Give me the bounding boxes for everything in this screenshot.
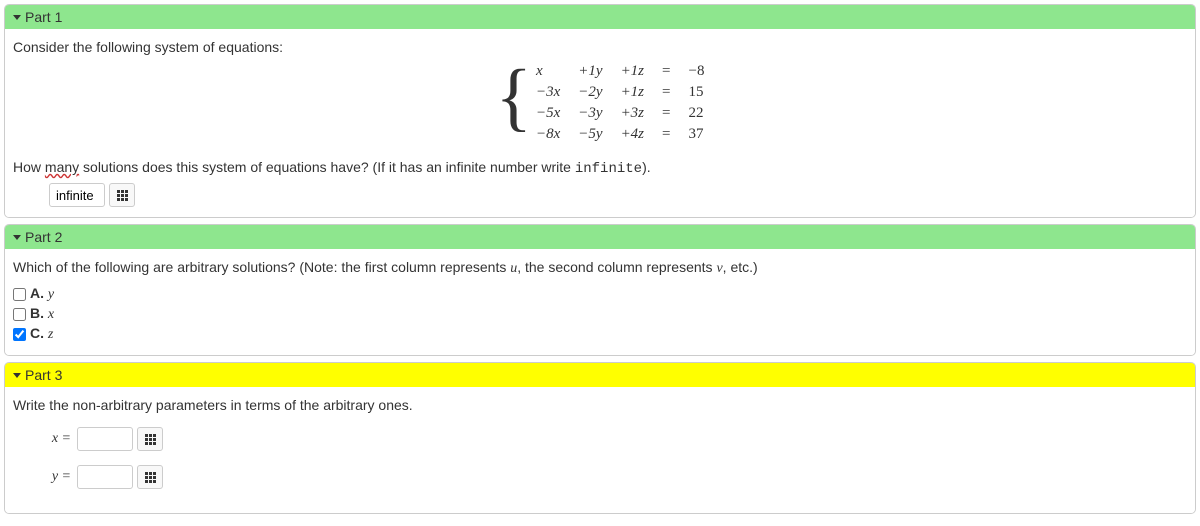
param-y-lhs: y = <box>41 469 71 485</box>
option-b: B. x <box>13 305 1187 323</box>
question-text: solutions does this system of equations … <box>79 159 575 175</box>
caret-down-icon <box>13 15 21 20</box>
keypad-icon <box>117 190 128 201</box>
option-b-label: B. x <box>30 305 54 323</box>
part2-body: Which of the following are arbitrary sol… <box>5 249 1195 355</box>
param-row-y: y = <box>41 465 1187 489</box>
part1-title: Part 1 <box>25 9 62 25</box>
eq-cell: = <box>662 63 670 80</box>
option-a: A. y <box>13 285 1187 303</box>
param-y-input[interactable] <box>77 465 133 489</box>
question-text: many <box>45 159 79 175</box>
eq-cell: +1z <box>621 63 644 80</box>
keypad-button[interactable] <box>109 183 135 207</box>
eq-cell: 37 <box>689 126 705 143</box>
eq-cell: 22 <box>689 105 705 122</box>
option-a-label: A. y <box>30 285 54 303</box>
param-x-input[interactable] <box>77 427 133 451</box>
options-list: A. y B. x C. z <box>13 285 1187 343</box>
question-text: How <box>13 159 45 175</box>
prompt-text: , the second column represents <box>517 259 716 275</box>
part3-prompt: Write the non-arbitrary parameters in te… <box>13 397 1187 413</box>
option-a-checkbox[interactable] <box>13 288 26 301</box>
eq-cell: −8x <box>536 126 560 143</box>
left-brace-icon: { <box>496 59 532 139</box>
eq-cell: +3z <box>621 105 644 122</box>
eq-cell: −5y <box>578 126 602 143</box>
part3-header[interactable]: Part 3 <box>5 363 1195 387</box>
caret-down-icon <box>13 373 21 378</box>
eq-cell: −2y <box>578 84 602 101</box>
option-c-label: C. z <box>30 325 53 343</box>
keypad-button[interactable] <box>137 427 163 451</box>
eq-cell: −5x <box>536 105 560 122</box>
part1-body: Consider the following system of equatio… <box>5 29 1195 217</box>
eq-cell: x <box>536 63 560 80</box>
part1-question: How many solutions does this system of e… <box>13 159 1187 177</box>
keypad-button[interactable] <box>137 465 163 489</box>
question-text: ). <box>642 159 651 175</box>
question-code: infinite <box>575 161 642 177</box>
eq-cell: = <box>662 84 670 101</box>
option-b-checkbox[interactable] <box>13 308 26 321</box>
part2-panel: Part 2 Which of the following are arbitr… <box>4 224 1196 356</box>
part3-panel: Part 3 Write the non-arbitrary parameter… <box>4 362 1196 514</box>
part2-header[interactable]: Part 2 <box>5 225 1195 249</box>
eq-cell: −3y <box>578 105 602 122</box>
option-c-checkbox[interactable] <box>13 328 26 341</box>
keypad-icon <box>145 472 156 483</box>
prompt-text: Which of the following are arbitrary sol… <box>13 259 510 275</box>
eq-cell: +1z <box>621 84 644 101</box>
option-c: C. z <box>13 325 1187 343</box>
part3-title: Part 3 <box>25 367 62 383</box>
part2-prompt: Which of the following are arbitrary sol… <box>13 259 1187 277</box>
part1-header[interactable]: Part 1 <box>5 5 1195 29</box>
eq-cell: = <box>662 126 670 143</box>
equation-grid: x +1y +1z = −8 −3x −2y +1z = 15 −5x −3y … <box>536 63 704 143</box>
part3-body: Write the non-arbitrary parameters in te… <box>5 387 1195 513</box>
keypad-icon <box>145 434 156 445</box>
solutions-input[interactable] <box>49 183 105 207</box>
prompt-text: , etc.) <box>723 259 758 275</box>
param-row-x: x = <box>41 427 1187 451</box>
eq-cell: −3x <box>536 84 560 101</box>
part2-title: Part 2 <box>25 229 62 245</box>
eq-cell: −8 <box>689 63 705 80</box>
eq-cell: 15 <box>689 84 705 101</box>
equation-system: { x +1y +1z = −8 −3x −2y +1z = 15 −5x −3… <box>13 63 1187 143</box>
param-x-lhs: x = <box>41 431 71 447</box>
eq-cell: = <box>662 105 670 122</box>
part1-answer-row <box>49 183 1187 207</box>
eq-cell: +4z <box>621 126 644 143</box>
part1-panel: Part 1 Consider the following system of … <box>4 4 1196 218</box>
part1-prompt: Consider the following system of equatio… <box>13 39 1187 55</box>
caret-down-icon <box>13 235 21 240</box>
eq-cell: +1y <box>578 63 602 80</box>
